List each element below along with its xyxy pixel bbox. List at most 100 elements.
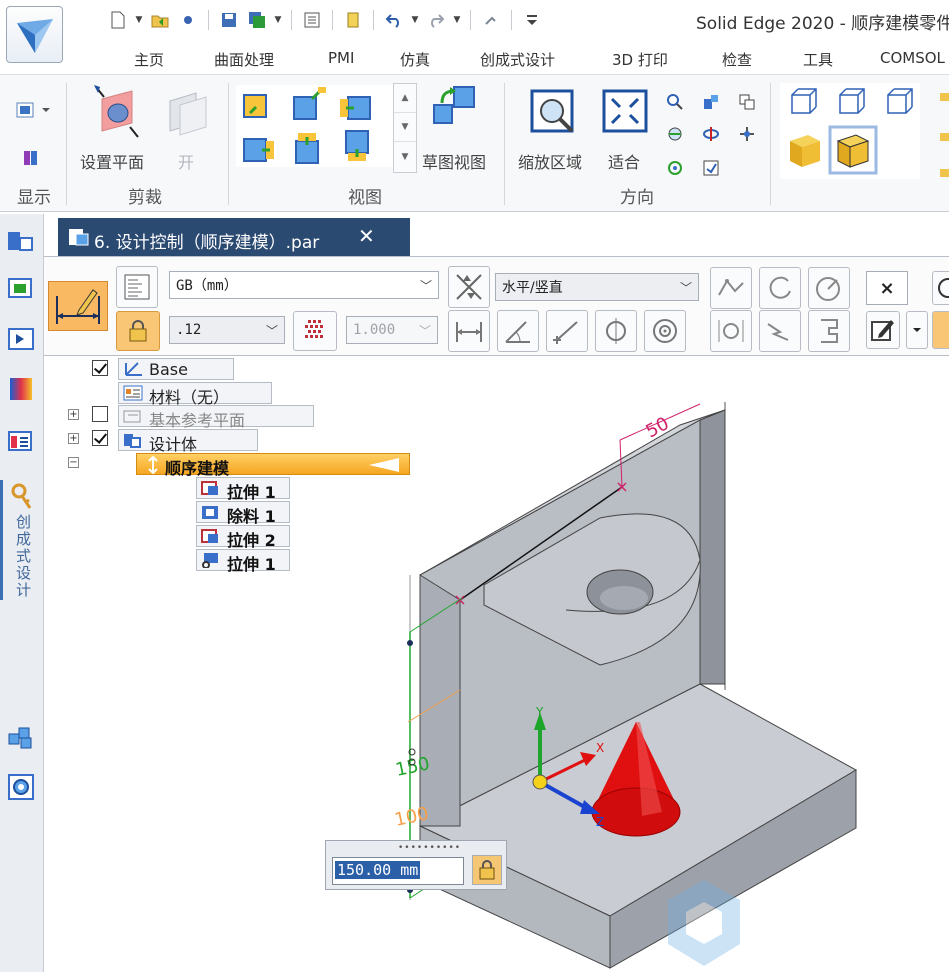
gallery-down-icon[interactable]: ▼	[394, 113, 416, 142]
report-icon[interactable]	[339, 6, 367, 34]
zoom-icon[interactable]	[666, 93, 684, 115]
tool-c-icon[interactable]	[808, 267, 850, 309]
zoom-area-icon[interactable]	[530, 89, 578, 141]
lock-value-icon[interactable]	[472, 855, 502, 885]
tab-simulation[interactable]: 仿真	[400, 49, 430, 70]
ribbon-overflow-icon[interactable]	[940, 89, 949, 183]
close-command-button[interactable]: ×	[866, 271, 908, 305]
tool-d-icon[interactable]	[710, 310, 752, 352]
layers-tab-icon[interactable]	[4, 272, 38, 306]
tree-item-cutout-1[interactable]: 除料 1	[196, 501, 290, 526]
display-style-icon[interactable]	[22, 149, 40, 171]
rotate-icon[interactable]	[702, 125, 720, 147]
edit-dimension-icon[interactable]	[866, 311, 900, 349]
pathfinder-tab-icon[interactable]	[4, 224, 38, 258]
color-manager-tab-icon[interactable]	[4, 372, 38, 406]
dimension-standard-combo[interactable]: GB（mm） ﹀	[169, 271, 439, 299]
undo-icon[interactable]	[380, 6, 408, 34]
angle-between-icon[interactable]	[497, 310, 539, 352]
close-document-icon[interactable]: ✕	[358, 224, 375, 248]
save-dropdown-icon[interactable]: ▼	[271, 6, 285, 34]
spin-about-icon[interactable]	[738, 125, 756, 147]
expand-base-planes-icon[interactable]: +	[68, 409, 79, 420]
set-plane-label[interactable]: 设置平面	[80, 149, 144, 173]
gallery-up-icon[interactable]: ▲	[394, 84, 416, 113]
generative-design-rail-tab[interactable]: 创成式设计	[0, 480, 36, 600]
simulation-tab-icon[interactable]	[4, 770, 38, 804]
family-of-parts-tab-icon[interactable]	[4, 424, 38, 458]
properties-icon[interactable]	[298, 6, 326, 34]
new-dropdown-icon[interactable]: ▼	[132, 6, 146, 34]
orientation-style-icon[interactable]	[448, 266, 490, 308]
zoom-window-icon[interactable]	[738, 93, 756, 115]
dimension-prefix-icon[interactable]	[293, 311, 337, 351]
precision-combo[interactable]: .12 ﹀	[169, 316, 285, 344]
save-all-icon[interactable]	[243, 6, 271, 34]
view-gallery-scroller[interactable]: ▲ ▼ ▼	[393, 83, 417, 173]
design-body-checkbox[interactable]	[92, 430, 108, 446]
symmetric-diameter-icon[interactable]	[595, 310, 637, 352]
drag-handle-icon[interactable]: ••••••••••	[398, 843, 461, 853]
orientation-combo[interactable]: 水平/竖直 ﹀	[495, 273, 699, 301]
repeat-icon[interactable]	[477, 6, 505, 34]
expand-design-body-icon[interactable]: +	[68, 433, 79, 444]
open-label[interactable]: 开	[178, 149, 194, 173]
tree-item-sequential-modeling[interactable]: 顺序建模	[136, 453, 410, 478]
open-file-icon[interactable]	[146, 6, 174, 34]
open-section-icon[interactable]	[166, 89, 210, 141]
undo-dropdown-icon[interactable]: ▼	[408, 6, 422, 34]
assembly-tab-icon[interactable]	[4, 720, 38, 754]
coordinate-dimension-icon[interactable]	[546, 310, 588, 352]
base-planes-checkbox[interactable]	[92, 406, 108, 422]
pan-icon[interactable]	[702, 93, 720, 115]
dimension-style-icon[interactable]	[116, 266, 158, 308]
tool-a-icon[interactable]	[710, 267, 752, 309]
tree-item-material[interactable]: 材料（无）	[118, 382, 272, 407]
look-at-face-icon[interactable]	[666, 125, 684, 147]
tab-tools[interactable]: 工具	[803, 49, 833, 70]
previous-view-icon[interactable]	[666, 159, 684, 181]
tab-home[interactable]: 主页	[134, 49, 164, 70]
tree-item-base-planes[interactable]: 基本参考平面	[118, 405, 314, 430]
document-tab[interactable]: 6. 设计控制（顺序建模）.par ✕	[58, 218, 410, 256]
collapse-sequential-icon[interactable]: −	[68, 457, 79, 468]
tool-b-icon[interactable]	[759, 267, 801, 309]
new-file-icon[interactable]	[104, 6, 132, 34]
fit-icon[interactable]	[602, 89, 648, 139]
tab-inspect[interactable]: 检查	[722, 49, 752, 70]
help-icon[interactable]	[932, 271, 949, 305]
zoom-area-label[interactable]: 缩放区域	[518, 149, 582, 173]
tree-item-extrude-1[interactable]: 拉伸 1	[196, 477, 290, 502]
rollback-marker-icon[interactable]	[369, 458, 399, 472]
customize-qa-icon[interactable]	[518, 6, 546, 34]
tree-item-extrude-2[interactable]: 拉伸 2	[196, 525, 290, 550]
recent-file-icon[interactable]	[174, 6, 202, 34]
lock-dimension-icon[interactable]	[116, 311, 160, 351]
tree-item-base[interactable]: Base	[118, 358, 234, 380]
tab-3d-print[interactable]: 3D 打印	[612, 49, 668, 70]
smart-dimension-icon[interactable]	[48, 281, 108, 331]
tab-generative-design[interactable]: 创成式设计	[480, 49, 555, 70]
edit-dropdown-icon[interactable]	[906, 311, 928, 349]
base-checkbox[interactable]	[92, 360, 108, 376]
named-view-icon[interactable]	[702, 159, 720, 181]
options-icon[interactable]	[932, 311, 949, 349]
tab-surfacing[interactable]: 曲面处理	[214, 49, 274, 70]
sketch-view-label[interactable]: 草图视图	[422, 149, 486, 173]
fit-label[interactable]: 适合	[608, 149, 640, 173]
tab-pmi[interactable]: PMI	[328, 49, 354, 67]
redo-dropdown-icon[interactable]: ▼	[450, 6, 464, 34]
set-plane-icon[interactable]	[92, 83, 140, 143]
tool-e-icon[interactable]	[759, 310, 801, 352]
sketch-view-icon[interactable]	[430, 85, 480, 139]
save-icon[interactable]	[215, 6, 243, 34]
tab-comsol[interactable]: COMSOL M	[880, 49, 949, 67]
sensors-tab-icon[interactable]	[4, 322, 38, 356]
dimension-value-input[interactable]: 150.00 mm	[332, 857, 464, 885]
tree-item-design-body[interactable]: 设计体	[118, 429, 258, 454]
display-mode-icon[interactable]	[16, 101, 50, 123]
tree-item-extrude-1-sync[interactable]: 拉伸 1	[196, 549, 290, 574]
redo-icon[interactable]	[422, 6, 450, 34]
dim-between-icon[interactable]	[448, 310, 490, 352]
scale-combo[interactable]: 1.000 ﹀	[346, 316, 438, 344]
